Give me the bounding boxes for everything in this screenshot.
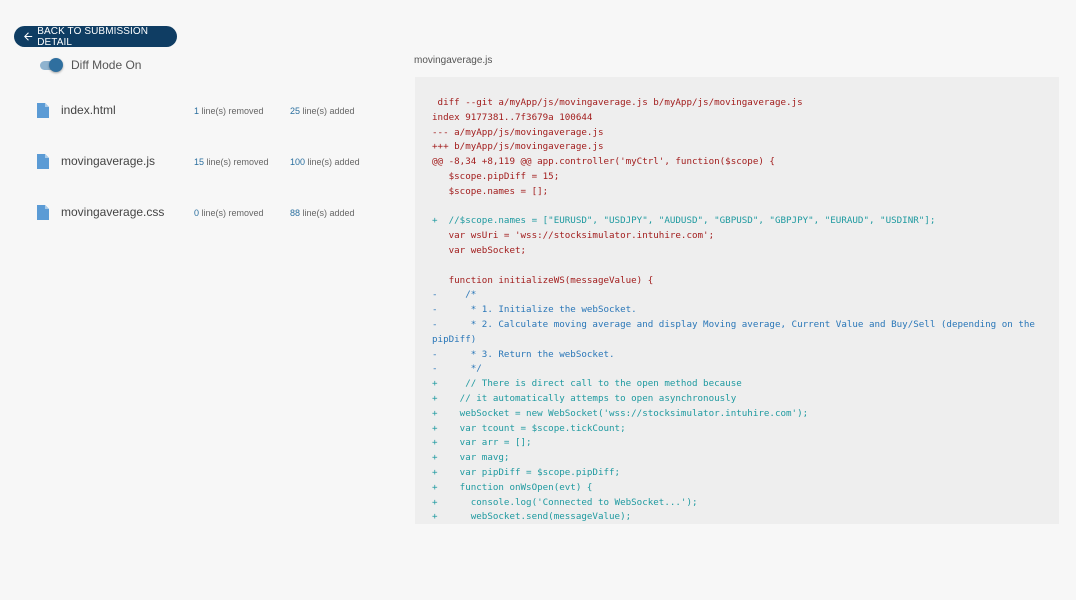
- diff-line: - */: [432, 363, 482, 375]
- page: BACK TO SUBMISSION DETAIL Diff Mode On i…: [0, 0, 1076, 600]
- diff-line: - * 1. Initialize the webSocket.: [432, 304, 637, 316]
- back-to-submission-button[interactable]: BACK TO SUBMISSION DETAIL: [14, 25, 177, 48]
- lines-added: 25 line(s) added: [290, 106, 355, 116]
- lines-removed: 1 line(s) removed: [194, 106, 264, 116]
- removed-count: 0: [194, 208, 200, 218]
- diff-panel: diff --git a/myApp/js/movingaverage.js b…: [415, 77, 1059, 524]
- file-item-movingaverage-js[interactable]: movingaverage.js 15 line(s) removed 100 …: [37, 153, 377, 171]
- diff-line: + var tcount = $scope.tickCount;: [432, 422, 626, 434]
- removed-count: 15: [194, 157, 205, 167]
- added-label: line(s) added: [302, 208, 355, 218]
- lines-removed: 15 line(s) removed: [194, 157, 269, 167]
- added-label: line(s) added: [302, 106, 355, 116]
- diff-line: + console.log('Connected to WebSocket...…: [432, 496, 698, 508]
- diff-line: - /*: [432, 289, 477, 301]
- diff-line: +++ b/myApp/js/movingaverage.js: [432, 141, 604, 153]
- added-label: line(s) added: [307, 157, 360, 167]
- diff-line: + // it automatically attemps to open as…: [432, 392, 737, 404]
- file-item-movingaverage-css[interactable]: movingaverage.css 0 line(s) removed 88 l…: [37, 204, 377, 222]
- file-name: index.html: [61, 103, 116, 117]
- lines-added: 88 line(s) added: [290, 208, 355, 218]
- removed-count: 1: [194, 106, 200, 116]
- file-item-index-html[interactable]: index.html 1 line(s) removed 25 line(s) …: [37, 102, 377, 120]
- removed-label: line(s) removed: [201, 106, 264, 116]
- diff-line: [432, 259, 1047, 274]
- diff-line: - * 2. Calculate moving average and disp…: [432, 318, 1041, 345]
- diff-line: index 9177381..7f3679a 100644: [432, 111, 593, 123]
- diff-file-title: movingaverage.js: [414, 55, 493, 66]
- back-button-label: BACK TO SUBMISSION DETAIL: [37, 25, 149, 48]
- diff-line: + webSocket = new WebSocket('wss://stock…: [432, 407, 809, 419]
- diff-line: @@ -8,34 +8,119 @@ app.controller('myCtr…: [432, 156, 775, 168]
- added-count: 88: [290, 208, 301, 218]
- diff-line: [432, 200, 1047, 215]
- diff-line: + function onWsOpen(evt) {: [432, 481, 593, 493]
- arrow-left-icon: [24, 32, 33, 41]
- file-icon: [37, 154, 49, 169]
- diff-line: + var pipDiff = $scope.pipDiff;: [432, 466, 621, 478]
- diff-line: var webSocket;: [432, 244, 527, 256]
- toggle-knob[interactable]: [49, 58, 63, 72]
- removed-label: line(s) removed: [206, 157, 269, 167]
- diff-mode-label: Diff Mode On: [71, 58, 142, 72]
- diff-line: + //$scope.names = ["EURUSD", "USDJPY", …: [432, 215, 936, 227]
- diff-mode-row: Diff Mode On: [40, 57, 141, 73]
- diff-line: $scope.names = [];: [432, 185, 549, 197]
- file-icon: [37, 103, 49, 118]
- lines-added: 100 line(s) added: [290, 157, 360, 167]
- file-name: movingaverage.js: [61, 154, 156, 168]
- diff-line: + // There is direct call to the open me…: [432, 378, 742, 390]
- diff-line: --- a/myApp/js/movingaverage.js: [432, 126, 604, 138]
- diff-line: + var arr = [];: [432, 437, 532, 449]
- diff-line: function initializeWS(messageValue) {: [432, 274, 654, 286]
- added-count: 100: [290, 157, 306, 167]
- diff-line: + var mavg;: [432, 452, 510, 464]
- diff-mode-toggle[interactable]: [40, 57, 64, 73]
- added-count: 25: [290, 106, 301, 116]
- diff-line: var wsUri = 'wss://stocksimulator.intuhi…: [432, 230, 715, 242]
- diff-line: + webSocket.send(messageValue);: [432, 511, 632, 523]
- diff-line: - * 3. Return the webSocket.: [432, 348, 615, 360]
- file-icon: [37, 205, 49, 220]
- lines-removed: 0 line(s) removed: [194, 208, 264, 218]
- file-name: movingaverage.css: [61, 205, 165, 219]
- diff-line: diff --git a/myApp/js/movingaverage.js b…: [432, 97, 803, 108]
- removed-label: line(s) removed: [201, 208, 264, 218]
- diff-line: $scope.pipDiff = 15;: [432, 170, 560, 182]
